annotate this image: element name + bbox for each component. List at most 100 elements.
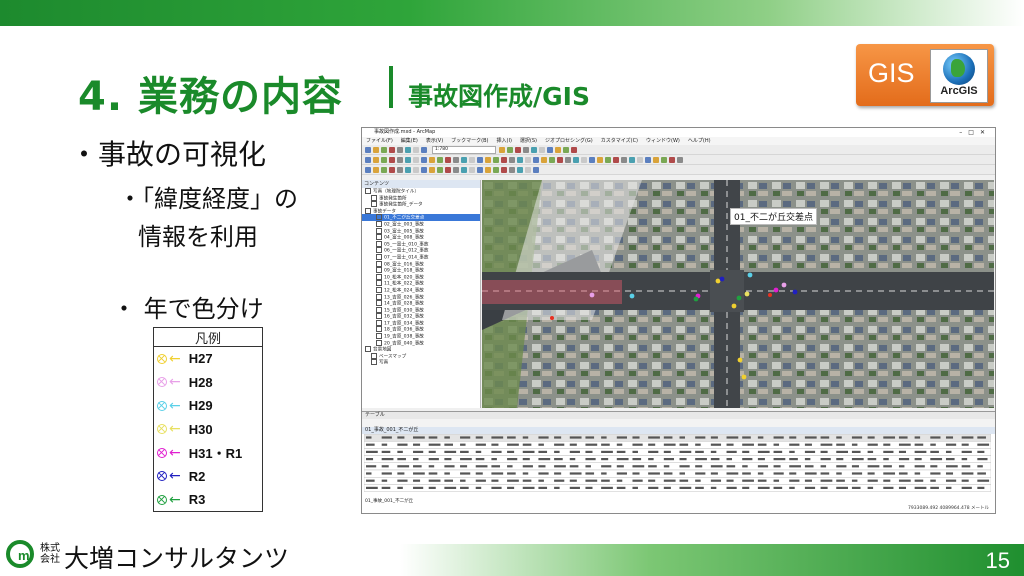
toolbar-tool-icon[interactable] bbox=[413, 166, 419, 173]
toolbar-tool-icon[interactable] bbox=[381, 146, 387, 153]
layer-checkbox[interactable] bbox=[376, 234, 382, 241]
toc-layer-item[interactable]: 04_富士_008_事故 bbox=[362, 234, 480, 241]
toc-layer-item[interactable]: 06_一富士_012_事故 bbox=[362, 247, 480, 254]
toolbar-tool-icon[interactable] bbox=[547, 146, 553, 153]
toolbar-tool-icon[interactable] bbox=[405, 166, 411, 173]
toolbar-tool-icon[interactable] bbox=[397, 146, 403, 153]
toc-layer-item[interactable]: 事故発生箇所_データ bbox=[362, 201, 480, 208]
toc-layer-item[interactable]: ベースマップ bbox=[362, 352, 480, 360]
toolbar-tool-icon[interactable] bbox=[397, 166, 403, 173]
toc-layer-item[interactable]: 10_松本_020_事故 bbox=[362, 273, 480, 281]
toolbar-tool-icon[interactable] bbox=[421, 146, 427, 153]
toolbar-tool-icon[interactable] bbox=[517, 166, 523, 173]
toolbar-tool-icon[interactable] bbox=[389, 156, 395, 163]
layer-checkbox[interactable] bbox=[376, 286, 382, 293]
menu-item[interactable]: 挿入(I) bbox=[497, 138, 512, 144]
toc-layer-item[interactable]: 05_一富士_010_事故 bbox=[362, 240, 480, 248]
toolbar-tool-icon[interactable] bbox=[421, 166, 427, 173]
toolbar-tool-icon[interactable] bbox=[499, 146, 505, 153]
toolbar-tool-icon[interactable] bbox=[453, 156, 459, 163]
toc-layer-item[interactable]: 07_一富士_014_事故 bbox=[362, 253, 480, 261]
menu-item[interactable]: カスタマイズ(C) bbox=[601, 138, 638, 144]
toolbar-tool-icon[interactable] bbox=[461, 166, 467, 173]
toolbar-tool-icon[interactable] bbox=[565, 156, 571, 163]
layer-checkbox[interactable] bbox=[376, 227, 382, 234]
map-view[interactable]: 01_不二が丘交差点 bbox=[482, 180, 994, 408]
toolbar-tool-icon[interactable] bbox=[539, 146, 545, 153]
toc-layer-item[interactable]: 事故発生箇所 bbox=[362, 194, 480, 202]
layer-checkbox[interactable] bbox=[376, 280, 382, 287]
toolbar-tool-icon[interactable] bbox=[445, 156, 451, 163]
toc-layer-item[interactable]: 18_吉原_036_事故 bbox=[362, 326, 480, 333]
menu-item[interactable]: ジオプロセシング(G) bbox=[545, 138, 593, 144]
layer-checkbox[interactable] bbox=[376, 220, 382, 227]
layer-checkbox[interactable] bbox=[376, 267, 382, 274]
table-row[interactable] bbox=[364, 469, 991, 478]
table-row[interactable] bbox=[364, 477, 991, 485]
toolbar-tool-icon[interactable] bbox=[589, 156, 595, 163]
toolbar-tool-icon[interactable] bbox=[413, 156, 419, 163]
layer-checkbox[interactable] bbox=[376, 300, 382, 307]
menu-item[interactable]: ヘルプ(H) bbox=[688, 138, 711, 144]
layer-checkbox[interactable] bbox=[376, 247, 382, 254]
toc-layer-item[interactable]: 事故データ bbox=[362, 207, 480, 215]
menu-item[interactable]: 編集(E) bbox=[401, 138, 418, 144]
layer-checkbox[interactable] bbox=[376, 260, 382, 267]
toolbar-tool-icon[interactable] bbox=[405, 156, 411, 163]
layer-checkbox[interactable] bbox=[365, 346, 371, 353]
toolbar-tool-icon[interactable] bbox=[541, 156, 547, 163]
toc-layer-item[interactable]: 16_吉原_032_事故 bbox=[362, 313, 480, 320]
toc-layer-item[interactable]: 背景地図 bbox=[362, 346, 480, 353]
layer-checkbox[interactable] bbox=[371, 359, 377, 366]
toolbar-tool-icon[interactable] bbox=[389, 166, 395, 173]
layer-checkbox[interactable] bbox=[376, 313, 382, 320]
toolbar-tool-icon[interactable] bbox=[365, 166, 371, 173]
layer-checkbox[interactable] bbox=[371, 352, 377, 359]
toolbar-tool-icon[interactable] bbox=[397, 156, 403, 163]
toolbar-tool-icon[interactable] bbox=[533, 166, 539, 173]
toc-layer-item[interactable]: 12_松本_024_事故 bbox=[362, 286, 480, 294]
toc-layer-item[interactable]: 14_吉原_028_事故 bbox=[362, 300, 480, 307]
toolbar-tool-icon[interactable] bbox=[437, 156, 443, 163]
menu-item[interactable]: ファイル(F) bbox=[366, 138, 393, 144]
toolbar-tool-icon[interactable] bbox=[509, 166, 515, 173]
toc-layer-item[interactable]: 20_吉原_040_事故 bbox=[362, 339, 480, 347]
toolbar-tool-icon[interactable] bbox=[373, 166, 379, 173]
toolbar-tool-icon[interactable] bbox=[661, 156, 667, 163]
toolbar-tool-icon[interactable] bbox=[563, 146, 569, 153]
menu-item[interactable]: 選択(S) bbox=[520, 138, 537, 144]
layer-checkbox[interactable] bbox=[371, 201, 377, 208]
toolbar-tool-icon[interactable] bbox=[453, 166, 459, 173]
table-row[interactable] bbox=[364, 440, 991, 449]
toolbar-tool-icon[interactable] bbox=[581, 156, 587, 163]
toc-layer-item[interactable]: 01_不二が丘交差点 bbox=[362, 214, 480, 221]
table-row[interactable] bbox=[364, 462, 991, 471]
toc-layer-item[interactable]: 11_松本_022_事故 bbox=[362, 280, 480, 287]
attribute-table-footer-tab[interactable]: 01_事故_001_不二が丘 bbox=[365, 498, 413, 504]
toolbar-tool-icon[interactable] bbox=[525, 166, 531, 173]
toolbar-tool-icon[interactable] bbox=[605, 156, 611, 163]
toolbar-tool-icon[interactable] bbox=[429, 156, 435, 163]
toolbar-tool-icon[interactable] bbox=[531, 146, 537, 153]
toc-layer-item[interactable]: 03_富士_005_事故 bbox=[362, 227, 480, 235]
toolbar-tool-icon[interactable] bbox=[507, 146, 513, 153]
toolbar-tool-icon[interactable] bbox=[645, 156, 651, 163]
toolbar-tool-icon[interactable] bbox=[469, 156, 475, 163]
toolbar-tool-icon[interactable] bbox=[445, 166, 451, 173]
toolbar-tool-icon[interactable] bbox=[381, 156, 387, 163]
toolbar-tool-icon[interactable] bbox=[525, 156, 531, 163]
toolbar-tool-icon[interactable] bbox=[429, 166, 435, 173]
layer-checkbox[interactable] bbox=[376, 253, 382, 260]
layer-checkbox[interactable] bbox=[376, 306, 382, 313]
toolbar-tool-icon[interactable] bbox=[515, 146, 521, 153]
toolbar-tool-icon[interactable] bbox=[533, 156, 539, 163]
toolbar-tool-icon[interactable] bbox=[629, 156, 635, 163]
toc-layer-item[interactable]: 08_富士_016_事故 bbox=[362, 260, 480, 268]
layer-checkbox[interactable] bbox=[376, 319, 382, 326]
toolbar-tool-icon[interactable] bbox=[517, 156, 523, 163]
toolbar-tool-icon[interactable] bbox=[571, 146, 577, 153]
menu-item[interactable]: 表示(V) bbox=[426, 138, 443, 144]
table-row[interactable] bbox=[364, 484, 991, 492]
toolbar-tool-icon[interactable] bbox=[421, 156, 427, 163]
toolbar-tool-icon[interactable] bbox=[501, 156, 507, 163]
